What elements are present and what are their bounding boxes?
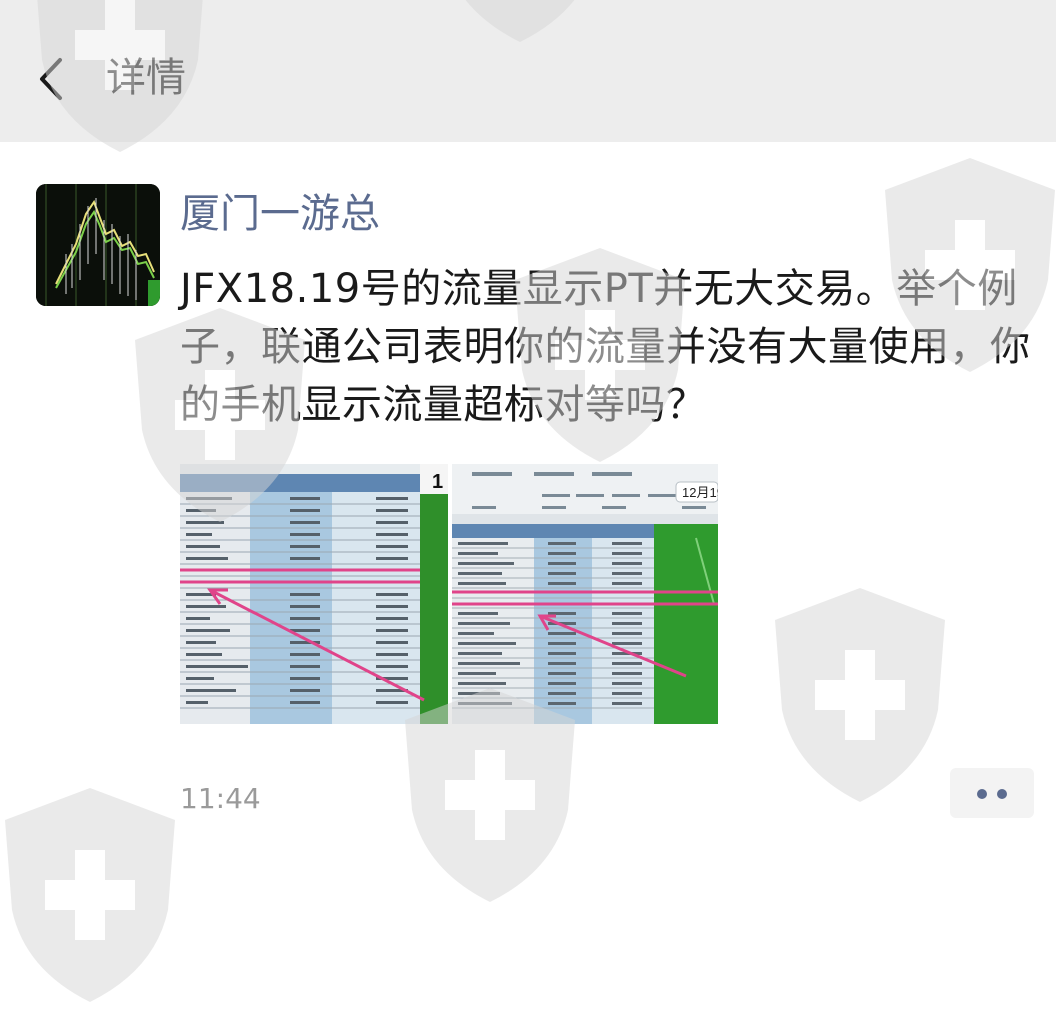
back-button[interactable] — [34, 54, 70, 104]
post-time: 11:44 — [180, 782, 261, 815]
chevron-left-icon — [40, 58, 62, 100]
photo-corner-label: 12月19 — [682, 485, 718, 500]
more-dots-icon — [997, 789, 1007, 799]
author-name[interactable]: 厦门一游总 — [180, 186, 380, 242]
more-button[interactable] — [950, 768, 1034, 818]
photo-corner-label: 1 — [432, 471, 443, 493]
moment-post: 厦门一游总 JFX18.19号的流量显示PT并无大交易。举个例子，联通公司表明你… — [0, 142, 1056, 896]
post-photo-2[interactable]: 12月19 — [452, 464, 718, 724]
post-text: JFX18.19号的流量显示PT并无大交易。举个例子，联通公司表明你的流量并没有… — [180, 266, 1031, 428]
spreadsheet-photo-image: 12月19 — [452, 464, 718, 724]
post-photo-1[interactable]: 1 — [180, 464, 448, 724]
avatar-chart-image — [36, 184, 160, 306]
nav-bar: 详情 — [0, 0, 1056, 142]
more-dots-icon — [977, 789, 987, 799]
avatar[interactable] — [36, 184, 160, 306]
page-title: 详情 — [106, 55, 186, 101]
spreadsheet-photo-image: 1 — [180, 464, 448, 724]
